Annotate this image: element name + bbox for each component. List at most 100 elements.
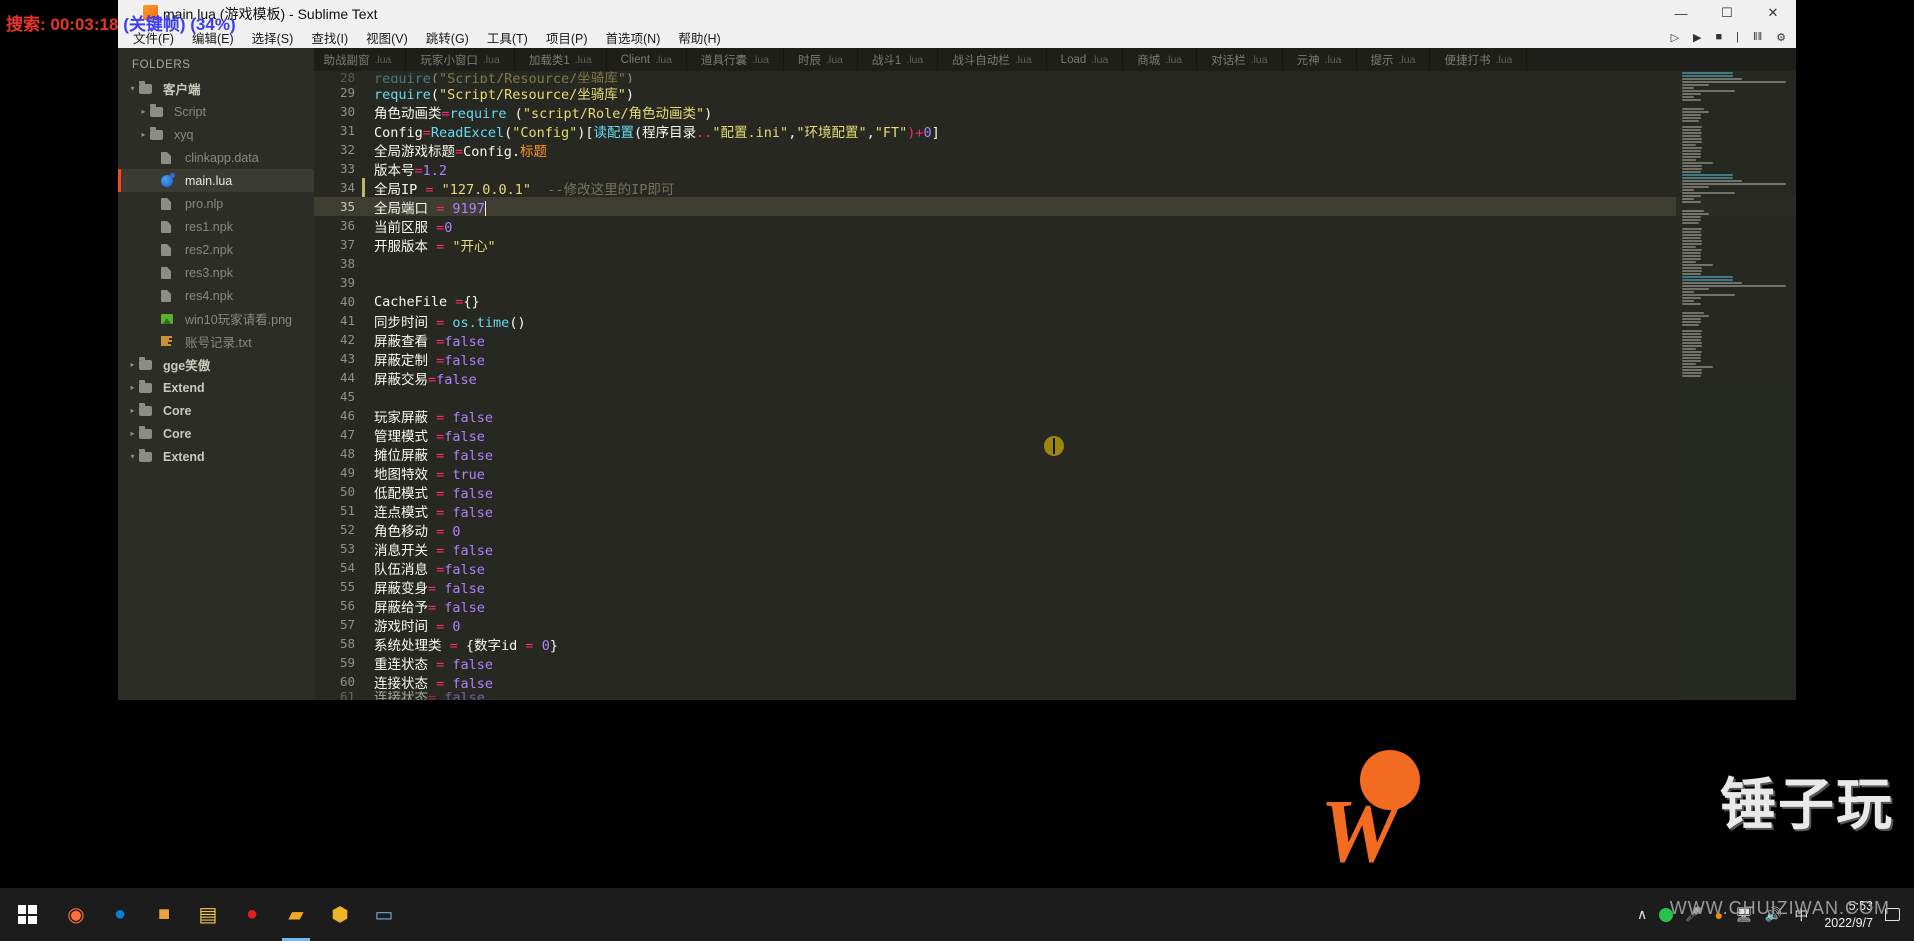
code-line-54[interactable]: 54 队伍消息 =false <box>314 558 1796 578</box>
chevron-up-icon[interactable]: ∧ <box>1637 906 1647 923</box>
chevron-right-icon[interactable]: ▸ <box>137 107 150 116</box>
code-line-60[interactable]: 60 连接状态 = false <box>314 672 1796 692</box>
sidebar-item-clinkapp.data[interactable]: clinkapp.data <box>118 146 314 169</box>
code-line-34[interactable]: 34 全局IP = "127.0.0.1" --修改这里的IP即可 <box>314 178 1796 198</box>
toolbar-control-4[interactable]: ‖‖ <box>1753 31 1762 43</box>
tab-战斗1.lua[interactable]: 战斗1 .lua <box>858 48 939 71</box>
tab-Load.lua[interactable]: Load .lua <box>1047 48 1124 71</box>
tab-提示.lua[interactable]: 提示 .lua <box>1357 48 1431 71</box>
maximize-button[interactable]: ☐ <box>1704 0 1750 26</box>
code-line-58[interactable]: 58 系统处理类 = {数字id = 0} <box>314 634 1796 654</box>
edge-icon[interactable]: ● <box>98 888 142 941</box>
sidebar-item-res4.npk[interactable]: res4.npk <box>118 284 314 307</box>
tab-加载类1.lua[interactable]: 加载类1 .lua <box>515 48 607 71</box>
menu-item-5[interactable]: 跳转(G) <box>417 26 478 49</box>
code-line-45[interactable]: 45 <box>314 387 1796 406</box>
chevron-right-icon[interactable]: ▸ <box>137 130 150 139</box>
code-line-52[interactable]: 52 角色移动 = 0 <box>314 520 1796 540</box>
code-line-32[interactable]: 32 全局游戏标题=Config.标题 <box>314 140 1796 160</box>
sidebar-item-xyq[interactable]: ▸ xyq <box>118 123 314 146</box>
code-line-59[interactable]: 59 重连状态 = false <box>314 653 1796 673</box>
menu-item-7[interactable]: 项目(P) <box>537 26 597 49</box>
tab-助战副窗.lua[interactable]: 助战副窗 .lua <box>309 48 407 71</box>
sidebar-item-Core[interactable]: ▸ Core <box>118 399 314 422</box>
tab-对话栏.lua[interactable]: 对话栏 .lua <box>1197 48 1283 71</box>
code-line-37[interactable]: 37 开服版本 = "开心" <box>314 235 1796 255</box>
code-line-51[interactable]: 51 连点模式 = false <box>314 501 1796 521</box>
code-line-29[interactable]: 29 require("Script/Resource/坐骑库") <box>314 83 1796 103</box>
tab-玩家小窗口.lua[interactable]: 玩家小窗口 .lua <box>406 48 515 71</box>
menu-item-9[interactable]: 帮助(H) <box>669 26 729 49</box>
sidebar-item-Core[interactable]: ▸ Core <box>118 422 314 445</box>
sidebar-item-main.lua[interactable]: main.lua <box>118 169 314 192</box>
honeycomb-icon[interactable]: ⬢ <box>318 888 362 941</box>
menu-item-4[interactable]: 视图(V) <box>357 26 417 49</box>
code-line-42[interactable]: 42 屏蔽查看 =false <box>314 330 1796 350</box>
firefox-icon[interactable]: ◉ <box>54 888 98 941</box>
start-button[interactable] <box>0 888 54 941</box>
code-line-40[interactable]: 40 CacheFile ={} <box>314 292 1796 311</box>
sidebar-item-客户端[interactable]: ▾ 客户端 <box>118 77 314 100</box>
code-line-41[interactable]: 41 同步时间 = os.time() <box>314 311 1796 331</box>
record-icon[interactable]: ● <box>230 888 274 941</box>
code-line-44[interactable]: 44 屏蔽交易=false <box>314 368 1796 388</box>
code-line-31[interactable]: 31 Config=ReadExcel("Config")[读配置(程序目录.."… <box>314 121 1796 141</box>
menu-item-6[interactable]: 工具(T) <box>478 26 537 49</box>
tab-战斗自动栏.lua[interactable]: 战斗自动栏 .lua <box>938 48 1047 71</box>
code-line-53[interactable]: 53 消息开关 = false <box>314 539 1796 559</box>
notepad-icon[interactable]: ▭ <box>362 888 406 941</box>
code-editor[interactable]: 28 require("Script/Resource/坐骑库") 29 requir… <box>314 71 1796 700</box>
code-line-39[interactable]: 39 <box>314 273 1796 292</box>
tab-Client.lua[interactable]: Client .lua <box>607 48 688 71</box>
minimize-button[interactable]: — <box>1658 0 1704 26</box>
sidebar-item-gge笑傲[interactable]: ▸ gge笑傲 <box>118 353 314 376</box>
code-line-57[interactable]: 57 游戏时间 = 0 <box>314 615 1796 635</box>
menu-item-3[interactable]: 查找(I) <box>302 26 357 49</box>
chevron-down-icon[interactable]: ▾ <box>126 452 139 461</box>
menu-item-8[interactable]: 首选项(N) <box>597 26 670 49</box>
chevron-right-icon[interactable]: ▸ <box>126 406 139 415</box>
code-line-38[interactable]: 38 <box>314 254 1796 273</box>
code-line-49[interactable]: 49 地图特效 = true <box>314 463 1796 483</box>
tab-便捷打书.lua[interactable]: 便捷打书 .lua <box>1430 48 1528 71</box>
code-line-36[interactable]: 36 当前区服 =0 <box>314 216 1796 236</box>
sidebar-item-Script[interactable]: ▸ Script <box>118 100 314 123</box>
tab-元神.lua[interactable]: 元神 .lua <box>1283 48 1357 71</box>
code-line-55[interactable]: 55 屏蔽变身= false <box>314 577 1796 597</box>
folders-sidebar[interactable]: FOLDERS ▾ 客户端 ▸ Script ▸ xyq clinkapp.data main… <box>118 48 314 700</box>
code-line-61[interactable]: 61 连接状态= false <box>314 691 1796 700</box>
chevron-down-icon[interactable]: ▾ <box>126 84 139 93</box>
toolbar-control-3[interactable]: | <box>1736 31 1739 43</box>
toolbar-control-5[interactable]: ⚙ <box>1776 31 1786 44</box>
menu-item-2[interactable]: 选择(S) <box>243 26 303 49</box>
close-button[interactable]: ✕ <box>1750 0 1796 26</box>
sidebar-item-pro.nlp[interactable]: pro.nlp <box>118 192 314 215</box>
sidebar-item-账号记录.txt[interactable]: 账号记录.txt <box>118 330 314 353</box>
sidebar-item-res2.npk[interactable]: res2.npk <box>118 238 314 261</box>
code-minimap[interactable] <box>1676 71 1796 700</box>
code-line-50[interactable]: 50 低配模式 = false <box>314 482 1796 502</box>
tab-道具行囊.lua[interactable]: 道具行囊 .lua <box>687 48 784 71</box>
chevron-right-icon[interactable]: ▸ <box>126 360 139 369</box>
sidebar-item-res3.npk[interactable]: res3.npk <box>118 261 314 284</box>
app-orange-icon[interactable]: ■ <box>142 888 186 941</box>
code-line-35[interactable]: 35 全局端口 = 9197 <box>314 197 1796 217</box>
toolbar-control-1[interactable]: ▶ <box>1693 31 1701 44</box>
tab-商城.lua[interactable]: 商城 .lua <box>1123 48 1198 71</box>
file-explorer-icon[interactable]: ▤ <box>186 888 230 941</box>
toolbar-control-0[interactable]: ▷ <box>1671 31 1679 44</box>
chevron-right-icon[interactable]: ▸ <box>126 383 139 392</box>
code-line-43[interactable]: 43 屏蔽定制 =false <box>314 349 1796 369</box>
code-line-28[interactable]: 28 require("Script/Resource/坐骑库") <box>314 71 1796 83</box>
sidebar-item-Extend[interactable]: ▾ Extend <box>118 445 314 468</box>
sidebar-item-res1.npk[interactable]: res1.npk <box>118 215 314 238</box>
sidebar-item-win10玩家请看.png[interactable]: win10玩家请看.png <box>118 307 314 330</box>
sidebar-item-Extend[interactable]: ▸ Extend <box>118 376 314 399</box>
chevron-right-icon[interactable]: ▸ <box>126 429 139 438</box>
toolbar-control-2[interactable]: ■ <box>1716 31 1723 43</box>
code-line-33[interactable]: 33 版本号=1.2 <box>314 159 1796 179</box>
sublime-text-icon[interactable]: ▰ <box>274 888 318 941</box>
code-line-46[interactable]: 46 玩家屏蔽 = false <box>314 406 1796 426</box>
code-line-56[interactable]: 56 屏蔽给予= false <box>314 596 1796 616</box>
tab-时辰.lua[interactable]: 时辰 .lua <box>784 48 858 71</box>
